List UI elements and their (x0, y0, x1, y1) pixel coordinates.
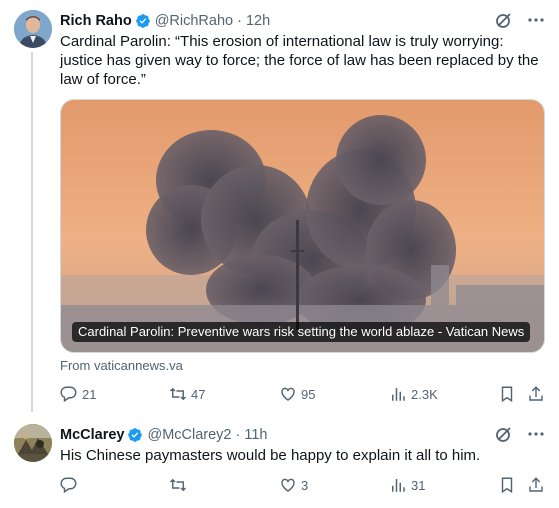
author-handle[interactable]: @RichRaho (155, 13, 233, 29)
more-icon[interactable] (527, 11, 545, 29)
card-source[interactable]: From vaticannews.va (60, 358, 183, 373)
share-button[interactable] (527, 384, 545, 404)
like-icon (281, 387, 295, 401)
author-name[interactable]: McClarey (60, 427, 124, 443)
link-card[interactable]: Cardinal Parolin: Preventive wars risk s… (60, 99, 545, 353)
tweet-top-icons (495, 11, 545, 29)
views-button[interactable]: 31 (389, 475, 425, 495)
like-button[interactable]: 3 (279, 475, 308, 495)
views-icon (392, 479, 405, 492)
verified-badge-icon (135, 13, 151, 29)
tweet-actions: 21 47 95 2.3K (60, 384, 545, 404)
reply-icon (60, 477, 77, 494)
tweet-actions: 3 31 (60, 475, 545, 495)
views-count: 2.3K (411, 386, 438, 402)
timestamp[interactable]: 11h (244, 427, 267, 443)
like-icon (281, 478, 295, 492)
separator-dot: · (235, 427, 241, 443)
author-name[interactable]: Rich Raho (60, 13, 132, 29)
tweet-text: His Chinese paymasters would be happy to… (60, 447, 481, 464)
reply-count: 21 (82, 386, 97, 402)
repost-icon (169, 478, 187, 492)
author-handle[interactable]: @McClarey2 (147, 427, 231, 443)
more-icon[interactable] (527, 425, 545, 443)
views-button[interactable]: 2.3K (389, 384, 438, 404)
views-icon (392, 388, 405, 401)
share-button[interactable] (527, 475, 545, 495)
verified-badge-icon (127, 427, 143, 443)
avatar[interactable] (14, 424, 52, 462)
like-button[interactable]: 95 (279, 384, 315, 404)
share-icon (529, 477, 543, 492)
repost-count: 47 (191, 386, 206, 402)
tweet-text: Cardinal Parolin: “This erosion of inter… (60, 33, 539, 88)
views-count: 31 (411, 477, 426, 493)
share-icon (529, 386, 543, 401)
timestamp[interactable]: 12h (246, 13, 270, 29)
repost-icon (169, 387, 187, 401)
bookmark-icon (501, 386, 513, 403)
repost-button[interactable] (169, 475, 191, 495)
card-image (61, 100, 544, 352)
tweet-top-icons (495, 425, 545, 443)
like-count: 95 (301, 386, 316, 402)
tweet-header: Rich Raho @RichRaho · 12h (60, 12, 270, 30)
reply-button[interactable]: 21 (60, 384, 96, 404)
grok-icon[interactable] (495, 425, 513, 443)
avatar[interactable] (14, 10, 52, 48)
bookmark-button[interactable] (498, 384, 516, 404)
reply-button[interactable] (60, 475, 82, 495)
tweet[interactable]: Rich Raho @RichRaho · 12h Cardinal Parol… (0, 0, 559, 416)
tweet-header: McClarey @McClarey2 · 11h (60, 426, 267, 444)
card-caption: Cardinal Parolin: Preventive wars risk s… (72, 322, 531, 342)
reply-icon (60, 386, 77, 403)
separator-dot: · (237, 13, 242, 29)
repost-button[interactable]: 47 (169, 384, 205, 404)
bookmark-button[interactable] (498, 475, 516, 495)
tweet[interactable]: McClarey @McClarey2 · 11h His Chinese pa… (0, 418, 559, 508)
like-count: 3 (301, 477, 309, 493)
bookmark-icon (501, 477, 513, 494)
grok-icon[interactable] (495, 11, 513, 29)
